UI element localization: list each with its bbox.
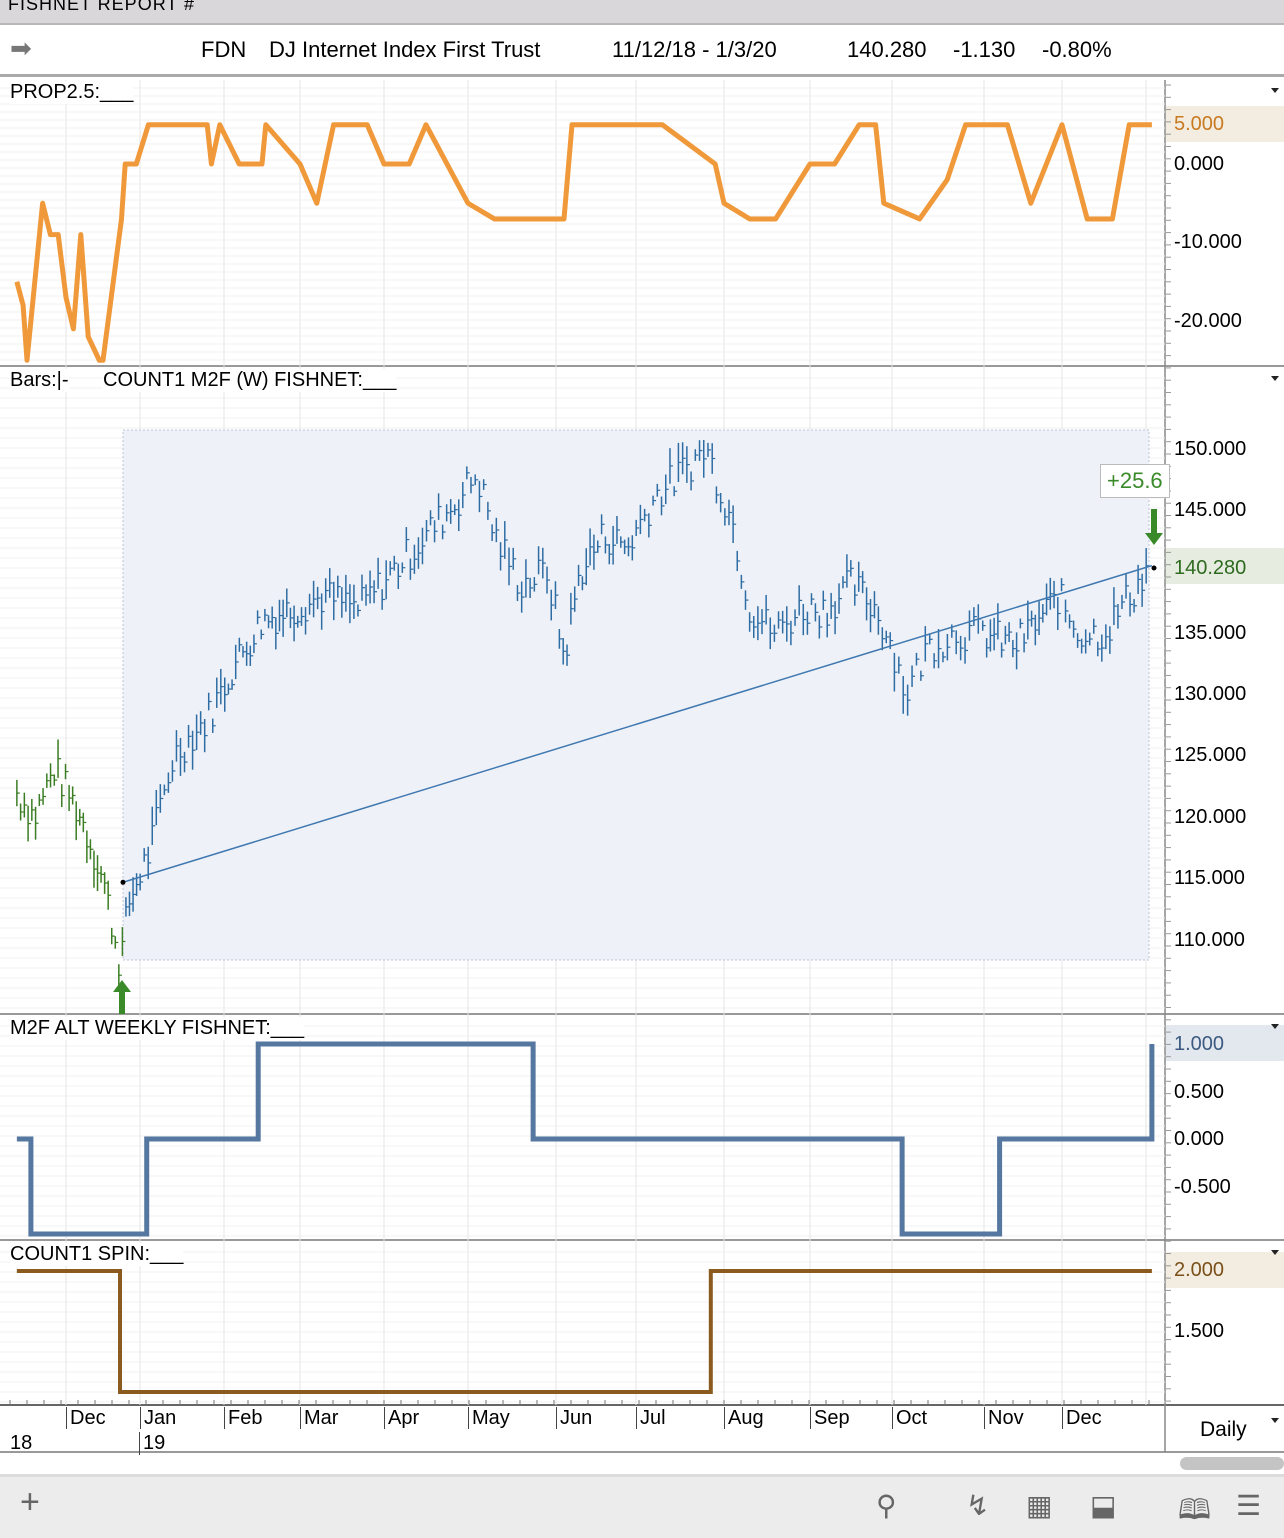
prop-axis-label: -20.000 bbox=[1174, 310, 1242, 332]
prop-axis-label: 5.000 bbox=[1174, 113, 1225, 135]
month-label: Nov bbox=[984, 1407, 1024, 1429]
chart-canvas[interactable] bbox=[0, 0, 1284, 1538]
dropdown-icon bbox=[1271, 376, 1279, 381]
spin-axis-label: 1.500 bbox=[1174, 1320, 1225, 1342]
arrow-up-icon bbox=[113, 980, 131, 1014]
spin-axis-label: 2.000 bbox=[1174, 1259, 1225, 1281]
month-label: Aug bbox=[724, 1407, 764, 1429]
dropdown-icon bbox=[1271, 1418, 1279, 1423]
gain-label: +25.6 bbox=[1100, 464, 1170, 498]
price-axis-label: 145.000 bbox=[1174, 499, 1247, 521]
fishnet-region bbox=[122, 429, 1150, 961]
m2f-axis-label: -0.500 bbox=[1174, 1176, 1231, 1198]
price-axis-label: 110.000 bbox=[1174, 929, 1245, 951]
prop-panel-label[interactable]: PROP2.5:___ bbox=[10, 81, 134, 104]
month-label: Oct bbox=[892, 1407, 927, 1429]
m2f-axis-label: 1.000 bbox=[1174, 1033, 1225, 1055]
prop-axis-label: -10.000 bbox=[1174, 231, 1242, 253]
trendline-anchor bbox=[120, 879, 126, 885]
dropdown-icon bbox=[1271, 1250, 1279, 1255]
month-label: Jan bbox=[140, 1407, 176, 1429]
price-current-label: 140.280 bbox=[1174, 557, 1247, 579]
month-label: Apr bbox=[384, 1407, 419, 1429]
price-axis-label: 135.000 bbox=[1174, 622, 1247, 644]
m2f-panel-label[interactable]: M2F ALT WEEKLY FISHNET:___ bbox=[10, 1017, 305, 1040]
month-label: Jun bbox=[556, 1407, 592, 1429]
price-panel-label[interactable]: COUNT1 M2F (W) FISHNET:___ bbox=[103, 369, 397, 392]
trendline-anchor bbox=[1151, 565, 1157, 571]
month-label: May bbox=[468, 1407, 510, 1429]
dropdown-icon bbox=[1271, 88, 1279, 93]
panel-layout-icon[interactable]: ⬓ bbox=[1090, 1489, 1116, 1522]
year-label: 18 bbox=[10, 1432, 33, 1454]
price-axis-label: 125.000 bbox=[1174, 744, 1247, 766]
m2f-axis-label: 0.500 bbox=[1174, 1081, 1225, 1103]
month-label: Feb bbox=[224, 1407, 262, 1429]
search-icon[interactable]: ⚲ bbox=[876, 1489, 897, 1522]
month-label: Sep bbox=[810, 1407, 850, 1429]
bars-style-label[interactable]: Bars:|- bbox=[10, 369, 69, 392]
price-axis-label: 120.000 bbox=[1174, 806, 1247, 828]
price-axis-label: 115.000 bbox=[1174, 867, 1245, 889]
period-select[interactable]: Daily bbox=[1200, 1418, 1247, 1442]
month-label: Dec bbox=[66, 1407, 106, 1429]
menu-icon[interactable]: ☰ bbox=[1236, 1489, 1261, 1522]
m2f-axis-label: 0.000 bbox=[1174, 1128, 1225, 1150]
month-label: Dec bbox=[1062, 1407, 1102, 1429]
spin-panel-label[interactable]: COUNT1 SPIN:___ bbox=[10, 1243, 184, 1266]
month-label: Mar bbox=[300, 1407, 338, 1429]
prop-axis-label: 0.000 bbox=[1174, 153, 1225, 175]
add-icon[interactable]: + bbox=[20, 1483, 40, 1522]
dropdown-icon bbox=[1271, 1024, 1279, 1029]
price-axis-label: 150.000 bbox=[1174, 438, 1247, 460]
book-icon[interactable]: 🕮 bbox=[1178, 1489, 1211, 1537]
year-label: 19 bbox=[139, 1432, 165, 1455]
chart-line-icon[interactable]: ↯ bbox=[966, 1489, 989, 1522]
bottom-toolbar: + ⚲ ↯ ▦ ⬓ 🕮 ☰ bbox=[0, 1474, 1284, 1538]
month-label: Jul bbox=[636, 1407, 666, 1429]
grid-icon[interactable]: ▦ bbox=[1026, 1489, 1052, 1522]
horizontal-scrollbar[interactable] bbox=[1180, 1457, 1284, 1470]
price-axis-label: 130.000 bbox=[1174, 683, 1247, 705]
